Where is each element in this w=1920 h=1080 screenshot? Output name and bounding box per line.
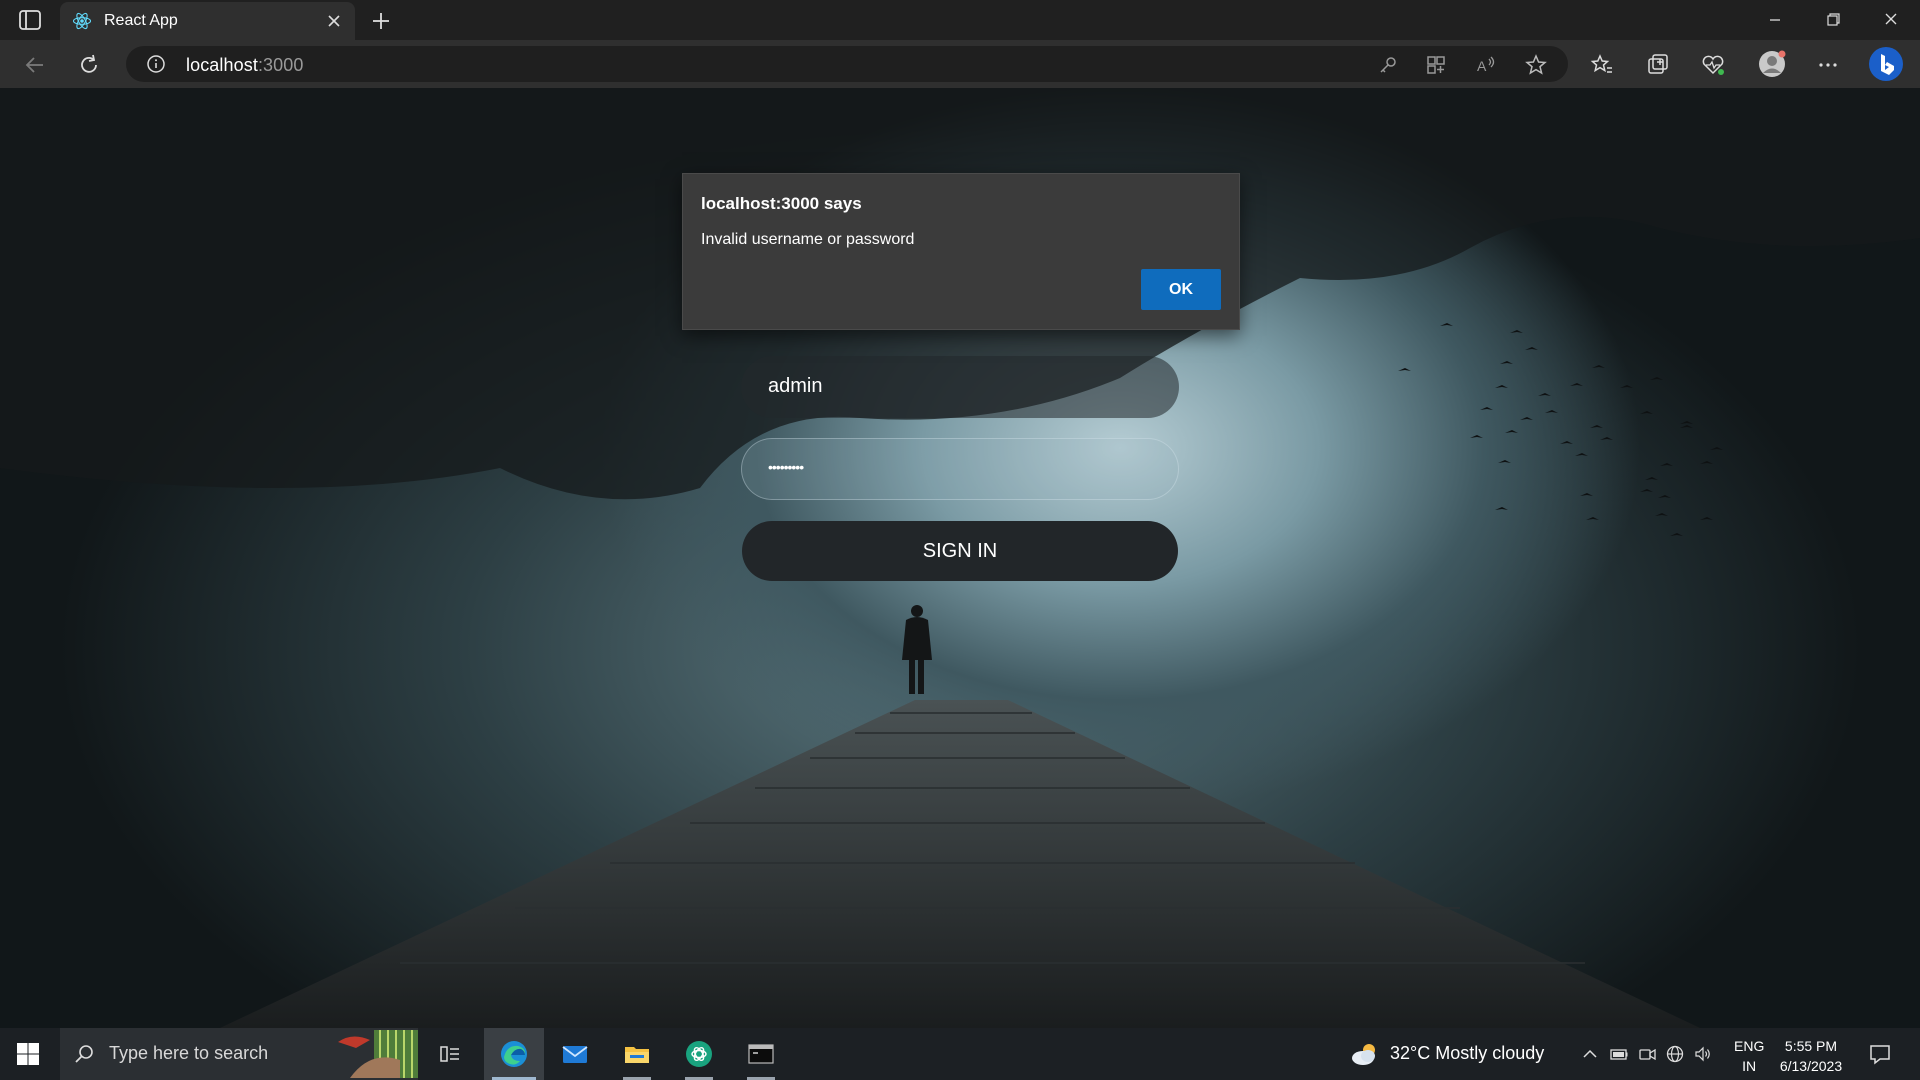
username-value: admin (768, 375, 823, 397)
close-window-icon[interactable] (1868, 4, 1914, 36)
volume-icon[interactable] (1693, 1044, 1713, 1064)
search-placeholder: Type here to search (109, 1043, 269, 1063)
browser-tab-bar: React App (0, 0, 1920, 40)
username-input[interactable]: admin (741, 356, 1179, 418)
new-tab-icon[interactable] (368, 8, 394, 34)
folder-icon (625, 1047, 649, 1063)
favorite-star-icon[interactable] (1524, 53, 1548, 77)
url-text: localhost:3000 (186, 55, 304, 75)
dialog-ok-button[interactable]: OK (1141, 269, 1221, 310)
taskbar-file-explorer[interactable] (607, 1028, 667, 1080)
windows-taskbar: Type here to search 32°C Mostly cloudy E… (0, 1028, 1920, 1080)
region-code: IN (1742, 1058, 1757, 1074)
sign-in-button[interactable]: SIGN IN (742, 521, 1178, 581)
alert-dialog: localhost:3000 says Invalid username or … (682, 173, 1240, 330)
profile-avatar-icon[interactable] (1757, 49, 1787, 79)
search-icon (75, 1045, 93, 1063)
search-highlight-illustration (330, 1030, 418, 1078)
collections-icon[interactable] (1645, 52, 1671, 78)
tab-title: React App (104, 12, 178, 29)
chatgpt-icon (686, 1041, 712, 1067)
weather-text[interactable]: 32°C Mostly cloudy (1390, 1043, 1544, 1064)
taskbar-terminal[interactable] (731, 1028, 791, 1080)
site-info-icon[interactable] (146, 54, 166, 74)
address-bar[interactable]: localhost:3000 A (126, 46, 1568, 82)
input-language[interactable]: ENG IN (1734, 1036, 1764, 1076)
password-key-icon[interactable] (1376, 53, 1400, 77)
back-arrow-icon[interactable] (22, 52, 48, 78)
read-aloud-icon[interactable]: A (1474, 53, 1498, 77)
minimize-icon[interactable] (1752, 4, 1798, 36)
dialog-title: localhost:3000 says (701, 194, 862, 213)
network-globe-icon[interactable] (1665, 1044, 1685, 1064)
react-logo-icon (72, 12, 92, 30)
clock-date: 6/13/2023 (1779, 1058, 1843, 1074)
password-mask: ••••••••• (768, 459, 804, 475)
weather-cloudy-icon[interactable] (1350, 1040, 1380, 1068)
edge-icon (501, 1041, 527, 1067)
browser-toolbar: localhost:3000 A (0, 40, 1920, 88)
language-code: ENG (1734, 1038, 1765, 1054)
tab-react-app[interactable]: React App (60, 2, 355, 40)
windows-start-icon[interactable] (14, 1040, 42, 1068)
terminal-icon (748, 1044, 774, 1064)
bing-copilot-icon[interactable] (1868, 46, 1904, 82)
svg-text:A: A (1477, 58, 1487, 74)
refresh-icon[interactable] (76, 52, 102, 78)
tab-actions-icon[interactable] (16, 8, 44, 32)
browser-essentials-icon[interactable] (1700, 52, 1726, 78)
clock-time: 5:55 PM (1784, 1038, 1838, 1054)
meet-now-icon[interactable] (1637, 1044, 1657, 1064)
mail-icon (562, 1046, 588, 1063)
taskbar-mail[interactable] (545, 1028, 605, 1080)
taskbar-chatgpt[interactable] (669, 1028, 729, 1080)
taskbar-edge[interactable] (484, 1028, 544, 1080)
favorites-icon[interactable] (1589, 52, 1615, 78)
app-available-icon[interactable] (1424, 53, 1448, 77)
more-options-icon[interactable] (1815, 52, 1841, 78)
task-view-icon[interactable] (438, 1042, 462, 1066)
show-hidden-icons-chevron-icon[interactable] (1580, 1044, 1600, 1064)
login-page-viewport: Login Page Username = admin & password =… (0, 88, 1920, 1028)
close-tab-icon[interactable] (323, 10, 345, 32)
battery-icon[interactable] (1609, 1044, 1629, 1064)
notification-center-icon[interactable] (1868, 1042, 1892, 1066)
dialog-message: Invalid username or password (701, 231, 915, 248)
taskbar-search-box[interactable]: Type here to search (60, 1028, 418, 1080)
password-input[interactable]: ••••••••• (741, 438, 1179, 500)
restore-icon[interactable] (1810, 4, 1856, 36)
system-clock[interactable]: 5:55 PM 6/13/2023 (1776, 1036, 1846, 1076)
